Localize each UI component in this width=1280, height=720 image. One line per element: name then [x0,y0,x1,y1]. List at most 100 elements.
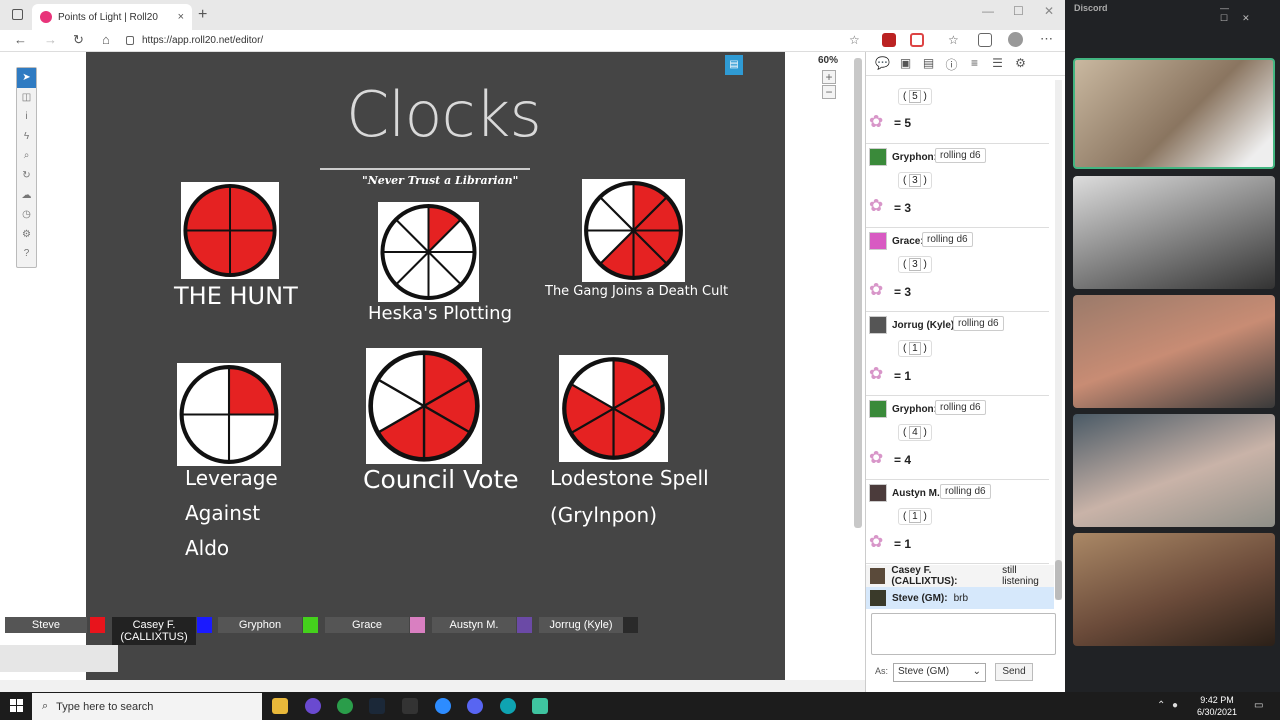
system-clock[interactable]: 9:42 PM 6/30/2021 [1197,694,1237,718]
player-name[interactable]: Austyn M. [432,617,516,633]
speaking-as-select[interactable]: Steve (GM) ⌄ [893,663,986,682]
clock-death-cult[interactable] [582,179,685,282]
avatar [870,568,886,584]
tab-actions-icon[interactable] [12,9,23,20]
lightning-tool-icon[interactable]: ϟ [17,127,36,147]
player-name[interactable]: Grace [325,617,409,633]
notes-icon[interactable]: ▤ [725,55,743,75]
die-result: ( 1 ) [898,340,932,357]
more-menu-icon[interactable]: ⋯ [1040,31,1053,47]
dice-tool-icon[interactable]: ⚙ [17,225,36,245]
chat-roll-message: Jorrug (Kyle): rolling d6 ( 1 ) ✿ = 1 [866,314,1049,396]
horizontal-scrollbar[interactable] [0,680,865,692]
clock-label-line: Lodestone Spell [550,466,709,490]
list-tab-icon[interactable]: ☰ [989,56,1006,72]
url-field[interactable]: https://app.roll20.net/editor/ [126,32,866,49]
close-window-icon[interactable]: ✕ [1044,4,1054,18]
zoom-app-icon[interactable] [435,698,451,714]
select-tool-icon[interactable]: ➤ [17,68,36,88]
chat-scrollbar[interactable] [1055,80,1062,600]
video-tile[interactable] [1073,295,1275,408]
art-tab-icon[interactable]: ▣ [897,56,914,72]
die-value: 4 [909,426,921,439]
compendium-tab-icon[interactable]: ≡ [966,56,983,72]
clock-label: The Gang Joins a Death Cult [545,284,729,299]
title-underline [320,168,530,170]
profile-avatar[interactable] [1008,32,1023,47]
zoom-level: 60% [818,55,839,66]
mic-icon[interactable]: ● [1172,700,1178,711]
send-button[interactable]: Send [995,663,1033,681]
clock-leverage[interactable] [177,363,281,466]
favorites-icon[interactable]: ☆ [948,33,959,47]
forward-icon[interactable]: → [44,32,57,47]
video-tile[interactable] [1073,176,1275,289]
info-tab-icon[interactable]: ⓘ [943,56,960,72]
discord-title: Discord [1074,3,1108,13]
journal-tab-icon[interactable]: ▤ [920,56,937,72]
steam-icon[interactable] [369,698,385,714]
notifications-icon[interactable]: ▭ [1254,700,1263,711]
video-tile[interactable] [1073,533,1275,646]
tab-close-icon[interactable]: × [178,11,184,23]
epic-games-icon[interactable] [402,698,418,714]
die-value: 1 [909,342,921,355]
minimize-icon[interactable]: — [982,4,994,18]
tray-chevron-icon[interactable]: ⌃ [1157,700,1165,711]
chat-input[interactable] [871,613,1056,655]
player-name[interactable]: Steve [5,617,87,633]
avatar [869,484,887,502]
home-icon[interactable]: ⌂ [102,32,110,47]
clock-lodestone-spell[interactable] [559,355,668,462]
file-explorer-icon[interactable] [272,698,288,714]
chat-tab-icon[interactable]: 💬 [874,56,891,72]
clock-the-hunt[interactable] [181,182,279,279]
chat-roll-message: Gryphon: rolling d6 ( 3 ) ✿ = 3 [866,146,1049,228]
player-name[interactable]: Jorrug (Kyle) [539,617,623,633]
info-tool-icon[interactable]: i [17,107,36,127]
video-tile[interactable] [1073,58,1275,169]
discord-app-icon[interactable] [467,698,483,714]
settings-tab-icon[interactable]: ⚙ [1012,56,1029,72]
roll-action: rolling d6 [935,148,986,163]
windows-start-icon[interactable] [10,699,23,712]
clock-council-vote[interactable] [366,348,482,464]
fog-tool-icon[interactable]: ☁ [17,186,36,206]
video-tile[interactable] [1073,414,1275,527]
clock-heskas-plotting[interactable] [378,202,479,302]
collections-icon[interactable] [978,33,992,47]
editor-right-margin [785,52,865,680]
roll-total: = 1 [894,537,912,551]
chat-roll-message: ( 5 ) ✿ = 5 [866,80,1049,144]
player-name[interactable]: Casey F. (CALLIXTUS) [112,617,196,645]
canvas-scrollbar[interactable] [854,58,862,528]
die-result: ( 4 ) [898,424,932,441]
reload-icon[interactable]: ↻ [73,32,84,48]
zoom-in-button[interactable]: + [822,70,836,84]
layers-tool-icon[interactable]: ◫ [17,88,36,108]
app-icon[interactable] [532,698,548,714]
roll-sender: Gryphon: [892,152,937,163]
favorite-star-icon[interactable]: ☆ [849,33,860,47]
app-icon[interactable] [305,698,321,714]
zoom-tool-icon[interactable]: ⌕ [17,146,36,166]
help-tool-icon[interactable]: ? [17,244,36,264]
clock-label-line: (Grylnpon) [550,503,658,527]
new-tab-button[interactable]: + [198,6,207,24]
chat-roll-message: Austyn M.: rolling d6 ( 1 ) ✿ = 1 [866,482,1049,564]
canvas-edge [0,645,118,672]
taskbar-search[interactable]: ⌕ Type here to search [32,693,262,720]
back-icon[interactable]: ← [14,32,27,47]
edge-icon[interactable] [500,698,516,714]
browser-tab[interactable]: Points of Light | Roll20 × [32,4,192,30]
turn-tracker-icon[interactable]: ◷ [17,205,36,225]
player-name[interactable]: Gryphon [218,617,302,633]
refresh-tool-icon[interactable]: ↻ [17,166,36,186]
extension-icon[interactable] [910,33,924,47]
extension-icon[interactable] [882,33,896,47]
zoom-out-button[interactable]: − [822,85,836,99]
chevron-down-icon: ⌄ [972,666,981,677]
chrome-icon[interactable] [337,698,353,714]
discord-window-controls[interactable]: —☐✕ [1220,3,1280,24]
maximize-icon[interactable]: ☐ [1013,4,1024,18]
